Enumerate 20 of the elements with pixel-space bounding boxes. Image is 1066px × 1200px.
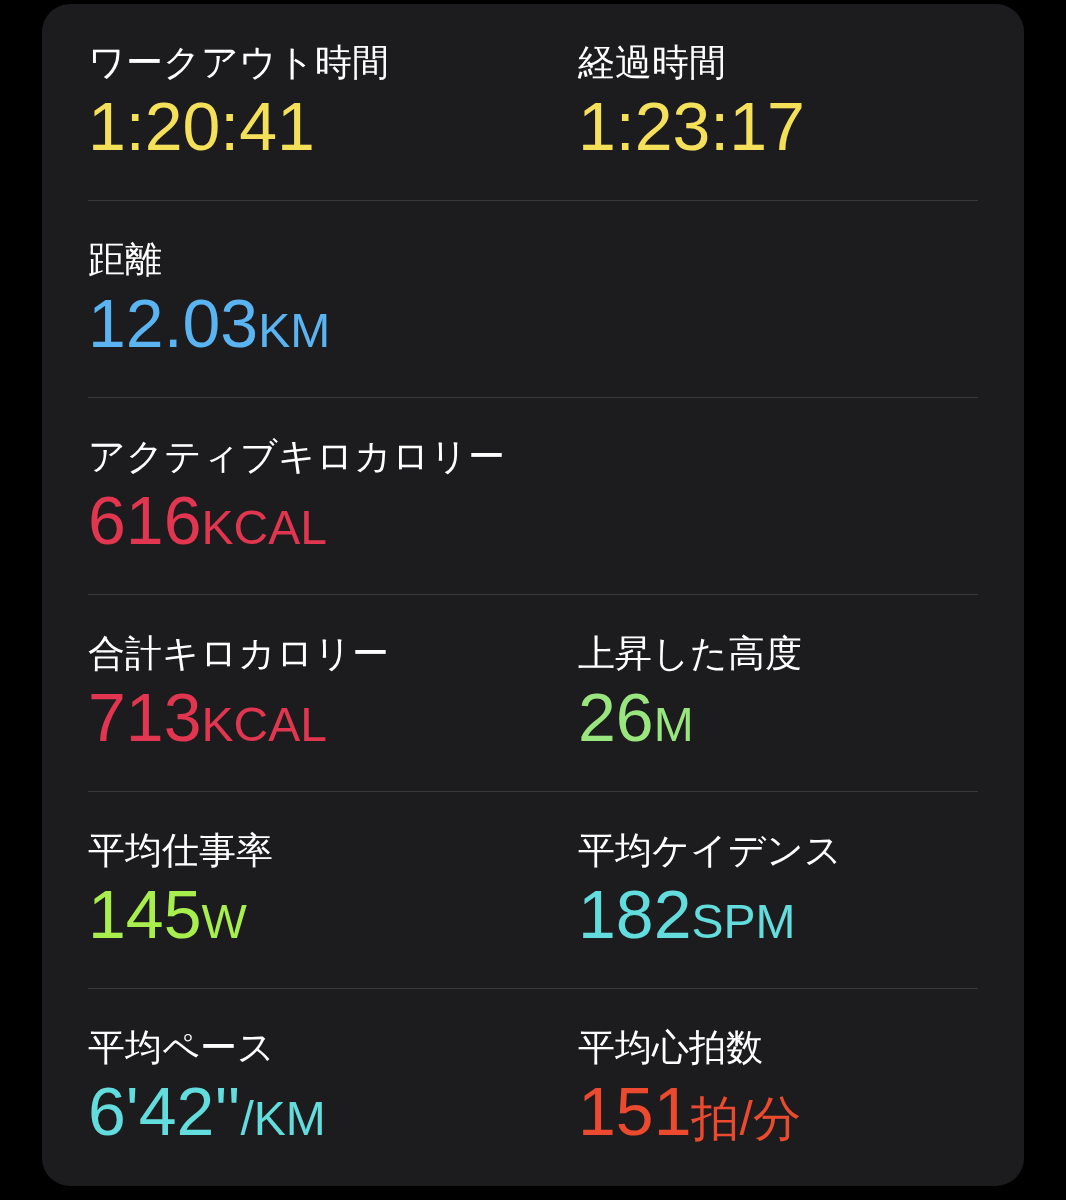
metric-label: 上昇した高度 — [578, 632, 802, 676]
metric-value: 26M — [578, 678, 694, 757]
metric-value: 151拍/分 — [578, 1072, 801, 1151]
metric-label: 平均心拍数 — [578, 1026, 763, 1070]
metric-value: 182SPM — [578, 875, 796, 954]
metric-label: ワークアウト時間 — [88, 41, 389, 85]
metric-label: 合計キロカロリー — [88, 632, 389, 676]
metric-value: 1:23:17 — [578, 87, 805, 166]
metric-label: 平均仕事率 — [88, 829, 273, 873]
metric-value: 12.03KM — [88, 284, 331, 363]
metric-label: 距離 — [88, 238, 162, 282]
metric-value: 616KCAL — [88, 481, 327, 560]
metric-value: 1:20:41 — [88, 87, 315, 166]
metric-label: アクティブキロカロリー — [88, 435, 505, 479]
metric-label: 平均ケイデンス — [578, 829, 842, 873]
metric-label: 経過時間 — [578, 41, 726, 85]
metric-value: 145W — [88, 875, 247, 954]
metric-value: 6'42''/KM — [88, 1072, 326, 1151]
metric-value: 713KCAL — [88, 678, 327, 757]
metric-label: 平均ペース — [88, 1026, 275, 1070]
